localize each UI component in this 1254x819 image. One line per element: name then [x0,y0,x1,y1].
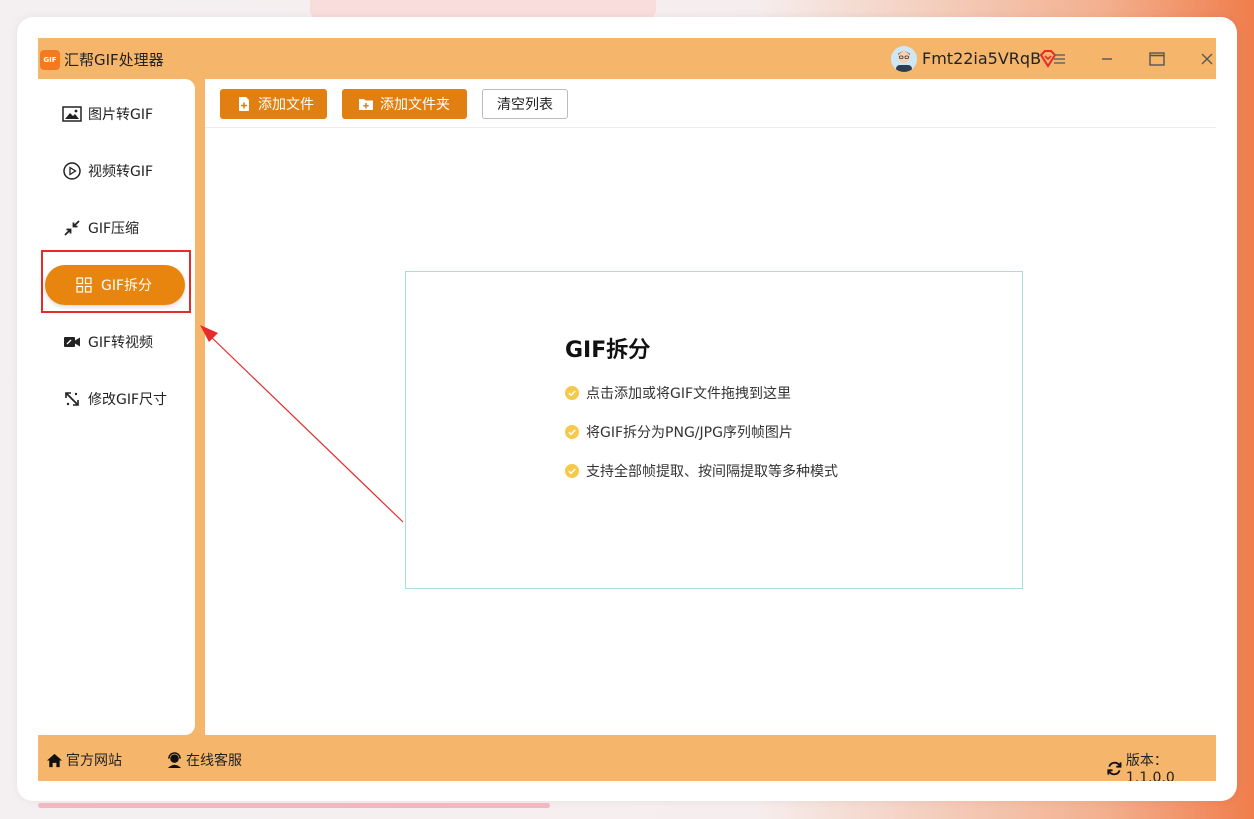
sidebar-item-label: GIF压缩 [88,221,140,237]
version-info[interactable]: 版本：1.1.0.0 [1106,750,1216,781]
sidebar-item-label: GIF拆分 [101,278,153,294]
add-folder-label: 添加文件夹 [380,97,450,113]
split-grid-icon [75,276,93,294]
sidebar-item-gif-compress[interactable]: GIF压缩 [38,208,195,248]
app-window: GIF 汇帮GIF处理器 Fmt22ia5VRqB 图片转GIF 视频转GIF … [38,38,1216,781]
official-website-label: 官方网站 [66,753,122,769]
hint-text: 将GIF拆分为PNG/JPG序列帧图片 [586,425,793,441]
sidebar-item-label: 视频转GIF [88,164,154,180]
resize-icon [62,389,82,409]
sidebar-item-resize-gif[interactable]: 修改GIF尺寸 [38,379,195,419]
add-file-label: 添加文件 [258,97,314,113]
hint-text: 点击添加或将GIF文件拖拽到这里 [586,386,792,402]
drop-zone-title: GIF拆分 [565,338,651,363]
maximize-icon[interactable] [1144,46,1170,72]
avatar[interactable] [891,46,917,72]
sidebar-item-image-to-gif[interactable]: 图片转GIF [38,94,195,134]
sidebar-item-gif-split[interactable]: GIF拆分 [45,265,185,305]
clear-list-button[interactable]: 清空列表 [482,89,568,119]
minimize-icon[interactable] [1094,46,1120,72]
add-file-button[interactable]: 添加文件 [220,89,327,119]
drop-zone-hint-3: 支持全部帧提取、按间隔提取等多种模式 [565,461,838,481]
app-title: 汇帮GIF处理器 [64,51,164,69]
close-icon[interactable] [1194,46,1216,72]
image-icon [62,104,82,124]
video-camera-icon [62,332,82,352]
check-circle-icon [565,464,579,478]
title-bar: GIF 汇帮GIF处理器 Fmt22ia5VRqB [38,38,1216,79]
play-circle-icon [62,161,82,181]
add-folder-button[interactable]: 添加文件夹 [342,89,467,119]
home-icon [46,753,63,767]
check-circle-icon [565,386,579,400]
refresh-icon [1107,761,1122,775]
background-decoration-bottom [38,803,550,808]
sidebar-item-label: 修改GIF尺寸 [88,392,168,408]
username[interactable]: Fmt22ia5VRqB [922,49,1041,68]
menu-icon[interactable] [1046,46,1072,72]
compress-arrows-icon [62,218,82,238]
add-file-icon [239,97,249,111]
status-bar: 官方网站 在线客服 版本：1.1.0.0 [38,737,1216,781]
support-agent-icon [167,751,182,768]
drop-zone[interactable]: GIF拆分 点击添加或将GIF文件拖拽到这里 将GIF拆分为PNG/JPG序列帧… [405,271,1023,589]
toolbar: 添加文件 添加文件夹 清空列表 [205,79,1216,128]
version-label: 版本：1.1.0.0 [1125,753,1175,781]
sidebar-item-label: GIF转视频 [88,335,154,351]
sidebar-item-gif-to-video[interactable]: GIF转视频 [38,322,195,362]
hint-text: 支持全部帧提取、按间隔提取等多种模式 [586,464,838,480]
add-folder-icon [359,99,373,110]
online-support-link[interactable]: 在线客服 [166,750,242,770]
sidebar-item-video-to-gif[interactable]: 视频转GIF [38,151,195,191]
app-logo-icon: GIF [40,50,60,70]
drop-zone-hint-1: 点击添加或将GIF文件拖拽到这里 [565,383,791,403]
official-website-link[interactable]: 官方网站 [46,750,122,770]
sidebar: 图片转GIF 视频转GIF GIF压缩 GIF拆分 GIF转视频 修改GIF尺寸 [38,79,195,735]
main-panel: 添加文件 添加文件夹 清空列表 GIF拆分 点击添加或将GIF文件拖拽到这里 将… [205,79,1216,735]
check-circle-icon [565,425,579,439]
drop-zone-hint-2: 将GIF拆分为PNG/JPG序列帧图片 [565,422,793,442]
online-support-label: 在线客服 [186,753,242,769]
sidebar-item-label: 图片转GIF [88,107,154,123]
